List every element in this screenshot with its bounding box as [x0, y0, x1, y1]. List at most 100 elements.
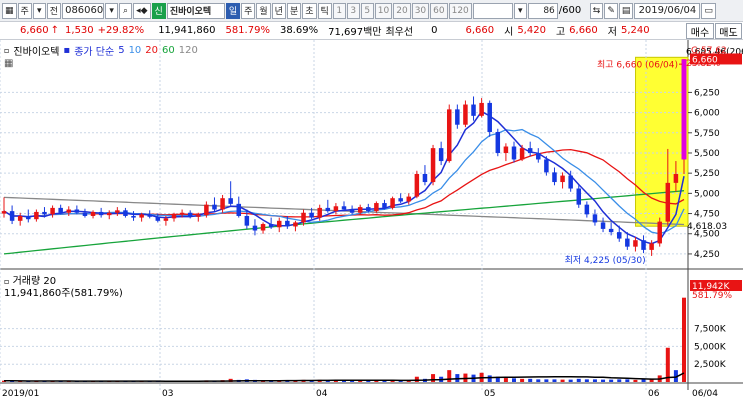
- candle-body: [9, 211, 15, 221]
- candle-body: [252, 225, 258, 231]
- market-select[interactable]: 전: [46, 2, 62, 19]
- buy-button[interactable]: 매수: [686, 23, 714, 39]
- search-icon[interactable]: ⌕: [119, 2, 133, 19]
- candle-body: [471, 104, 476, 116]
- high-label: 고: [555, 27, 566, 38]
- toolbar: ▦ 주 ▾ 전 086060 ▾ ⌕ ◂◆ 신 진바이오텍 일 주 월 년 분 …: [0, 0, 743, 22]
- candle-body: [228, 198, 233, 204]
- price-line: 6,660 ↑ 1,530 +29.82% 11,941,860 581.79%…: [0, 22, 743, 40]
- candle-body: [333, 206, 339, 212]
- candle-body: [349, 209, 355, 213]
- period-select[interactable]: 주: [17, 2, 32, 19]
- low-label: 저: [607, 27, 617, 38]
- open-price: 5,420: [517, 25, 546, 36]
- legend-square-icon: ▫: [4, 46, 10, 55]
- tab-day[interactable]: 일: [225, 2, 241, 19]
- volume-rate: 581.79%: [225, 25, 270, 36]
- interval-60[interactable]: 60: [430, 2, 448, 19]
- count-input[interactable]: 86: [527, 2, 558, 19]
- interval-10[interactable]: 10: [374, 2, 393, 19]
- candle-body: [616, 232, 622, 239]
- legend-ma5: 5: [118, 45, 125, 56]
- candle-body: [600, 222, 606, 229]
- chevron-down-icon[interactable]: ▾: [105, 2, 119, 19]
- candle-body: [196, 215, 201, 217]
- sell-button[interactable]: 매도: [715, 23, 742, 39]
- candle-body: [503, 146, 509, 153]
- candle-body: [276, 220, 282, 228]
- candle-body: [171, 214, 177, 219]
- candle-body: [115, 210, 120, 213]
- candle-body: [147, 214, 152, 217]
- table-icon[interactable]: ▦: [4, 58, 13, 69]
- candle-body: [673, 173, 679, 183]
- stock-chart[interactable]: 6,2506,0005,7505,5005,2505,0004,7504,500…: [0, 40, 743, 403]
- candle-body: [26, 215, 31, 220]
- interval-3[interactable]: 3: [346, 2, 360, 19]
- calendar-icon[interactable]: ▭: [701, 2, 716, 19]
- candle-body: [301, 212, 306, 223]
- candle-body: [608, 228, 614, 233]
- open-label: 시: [504, 27, 514, 38]
- volume-bar: [560, 379, 565, 382]
- candle-body: [293, 222, 298, 227]
- volume-bar: [576, 378, 581, 382]
- candle-body: [584, 204, 590, 215]
- tab-tick[interactable]: 틱: [317, 2, 332, 19]
- candle-body: [179, 212, 185, 215]
- candle-body: [260, 224, 266, 231]
- volume-bar: [528, 378, 533, 382]
- compare-icon[interactable]: ⇆: [589, 2, 604, 19]
- tab-week[interactable]: 주: [241, 2, 256, 19]
- interval-1[interactable]: 1: [332, 2, 346, 19]
- table-icon[interactable]: ▤: [618, 2, 634, 19]
- legend-ma20: 20: [145, 45, 159, 56]
- candle-body: [244, 215, 250, 226]
- credit-badge: 신: [151, 2, 166, 19]
- trade-amount: 71,697백만: [328, 27, 382, 38]
- interval-20[interactable]: 20: [393, 2, 411, 19]
- stock-code-input[interactable]: 086060: [62, 2, 105, 19]
- grid-icon[interactable]: ▦: [2, 2, 17, 19]
- speaker-icon[interactable]: ◂◆: [133, 2, 151, 19]
- draw-icon[interactable]: ✎: [604, 2, 618, 19]
- volume-tick-label: 5,000K: [694, 342, 727, 352]
- candle-body: [382, 203, 387, 208]
- tab-minute[interactable]: 분: [286, 2, 302, 19]
- tab-year[interactable]: 년: [271, 2, 286, 19]
- interval-input[interactable]: [472, 2, 513, 19]
- high-price: 6,660: [569, 25, 598, 36]
- candle-body: [455, 109, 460, 125]
- chevron-down-icon[interactable]: ▾: [513, 2, 527, 19]
- candle-body: [139, 214, 144, 218]
- candle-body: [560, 175, 565, 183]
- chevron-down-icon[interactable]: ▾: [32, 2, 46, 19]
- tab-month[interactable]: 월: [256, 2, 271, 19]
- candle-body: [479, 102, 484, 116]
- interval-5[interactable]: 5: [360, 2, 374, 19]
- date-input[interactable]: 2019/06/04: [634, 2, 701, 19]
- last-price: 6,660: [465, 25, 495, 36]
- candle-body: [317, 207, 322, 218]
- volume-bar: [641, 379, 646, 382]
- volume-bar: [431, 374, 436, 382]
- low-price: 5,240: [621, 25, 650, 36]
- candle-body: [374, 203, 379, 212]
- candle-body: [187, 212, 193, 217]
- candle-body: [414, 173, 420, 197]
- tab-second[interactable]: 초: [302, 2, 317, 19]
- pref-label: 최우선: [385, 27, 414, 38]
- volume-bar: [584, 379, 589, 382]
- candle-body: [204, 204, 209, 216]
- candle-body: [519, 148, 525, 160]
- candle-body: [357, 207, 363, 213]
- price-tick-label: 5,500: [694, 149, 720, 159]
- interval-120[interactable]: 120: [448, 2, 472, 19]
- change-rate: +29.82%: [97, 25, 145, 36]
- candle-body: [325, 207, 331, 212]
- candle-body: [309, 212, 314, 218]
- legend-marker-icon: ▪: [63, 45, 71, 56]
- price-tick-label: 5,750: [694, 129, 720, 139]
- interval-30[interactable]: 30: [411, 2, 430, 19]
- date-tick-label: 2019/01: [2, 389, 39, 399]
